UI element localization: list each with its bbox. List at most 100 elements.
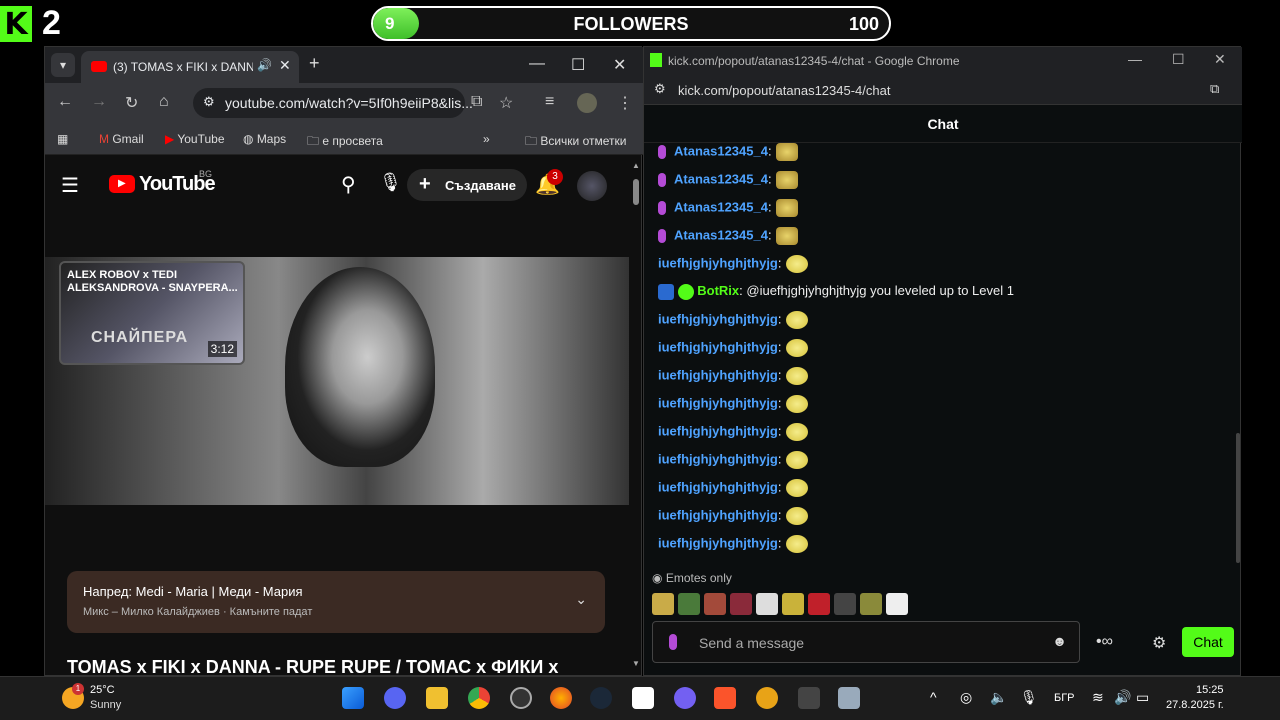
- windows-start-icon[interactable]: [342, 687, 364, 709]
- back-arrow-icon[interactable]: ←: [57, 93, 73, 111]
- obs-icon[interactable]: [510, 687, 532, 709]
- profile-avatar[interactable]: [577, 93, 597, 113]
- menu-dots-icon[interactable]: ⋮: [617, 93, 633, 113]
- tab-close-icon[interactable]: ✕: [279, 57, 291, 74]
- battery-icon[interactable]: ▭: [1136, 689, 1149, 706]
- emote-button[interactable]: [834, 593, 856, 615]
- page-scrollbar[interactable]: ▲ ▼: [631, 161, 641, 671]
- active-tab[interactable]: (3) TOMAS x FIKI x DANNA 🔊 ✕: [81, 51, 299, 83]
- scrollbar-thumb[interactable]: [633, 179, 639, 205]
- microphone-icon[interactable]: 🎙: [379, 172, 402, 193]
- translate-icon[interactable]: ⧉: [1210, 81, 1219, 97]
- create-button[interactable]: + Създаване: [407, 169, 527, 201]
- emote-button[interactable]: [808, 593, 830, 615]
- chat-username[interactable]: iuefhjghjyhghjthyjg: [658, 507, 778, 522]
- sync-icon[interactable]: ◎: [960, 689, 972, 706]
- chat-username[interactable]: Atanas12345_4: [674, 227, 768, 242]
- chat-username[interactable]: Atanas12345_4: [674, 143, 768, 158]
- chat-message-input[interactable]: Send a message ☻: [652, 621, 1080, 663]
- avatar[interactable]: [577, 171, 607, 201]
- media-player-icon[interactable]: [838, 687, 860, 709]
- address-bar[interactable]: ⚙ youtube.com/watch?v=5If0h9eiiP8&lis...: [193, 88, 473, 118]
- site-info-icon[interactable]: ⚙: [203, 94, 215, 110]
- scroll-up-arrow-icon[interactable]: ▲: [632, 161, 640, 170]
- media-control-icon[interactable]: ≡: [545, 93, 554, 111]
- chat-username[interactable]: iuefhjghjyhghjthyjg: [658, 395, 778, 410]
- viber-icon[interactable]: [674, 687, 696, 709]
- chat-username[interactable]: iuefhjghjyhghjthyjg: [658, 367, 778, 382]
- bookmarks-overflow[interactable]: »: [483, 132, 490, 146]
- install-icon[interactable]: ⧉: [471, 93, 482, 111]
- all-bookmarks[interactable]: 🗀 Всички отметки: [525, 132, 626, 153]
- emote-button[interactable]: [860, 593, 882, 615]
- chat-username[interactable]: iuefhjghjyhghjthyjg: [658, 451, 778, 466]
- search-icon[interactable]: ⚲: [341, 172, 356, 197]
- emote-button[interactable]: [756, 593, 778, 615]
- input-language[interactable]: БГР: [1054, 692, 1075, 704]
- volume-icon[interactable]: 🔊: [1114, 689, 1131, 706]
- settings-gear-icon[interactable]: ⚙: [1152, 633, 1166, 653]
- bookmark-gmail[interactable]: M Gmail: [99, 132, 144, 146]
- chat-username[interactable]: iuefhjghjyhghjthyjg: [658, 535, 778, 550]
- chevron-up-icon[interactable]: ^: [930, 689, 937, 705]
- home-icon[interactable]: ⌂: [159, 93, 169, 111]
- emote-button[interactable]: [782, 593, 804, 615]
- emote-button[interactable]: [886, 593, 908, 615]
- chat-username[interactable]: iuefhjghjyhghjthyjg: [658, 311, 778, 326]
- chat-username[interactable]: BotRix: [697, 283, 739, 298]
- emote-button[interactable]: [704, 593, 726, 615]
- discord-icon[interactable]: [384, 687, 406, 709]
- file-explorer-icon[interactable]: [426, 687, 448, 709]
- face-emote-icon: [785, 395, 808, 413]
- emote-button[interactable]: [678, 593, 700, 615]
- points-infinity-icon[interactable]: •∞: [1096, 633, 1113, 651]
- bookmark-folder[interactable]: 🗀 е просвета: [307, 132, 383, 153]
- chevron-down-icon[interactable]: ⌄: [575, 591, 587, 608]
- emote-button[interactable]: [730, 593, 752, 615]
- coin-app-icon[interactable]: [756, 687, 778, 709]
- maximize-button[interactable]: ☐: [571, 55, 585, 75]
- document-icon[interactable]: [632, 687, 654, 709]
- maximize-button[interactable]: ☐: [1172, 51, 1185, 68]
- new-tab-button[interactable]: +: [309, 53, 320, 74]
- scroll-down-arrow-icon[interactable]: ▼: [632, 659, 640, 668]
- reload-icon[interactable]: ↻: [125, 93, 138, 113]
- emoji-picker-icon[interactable]: ☻: [1052, 633, 1067, 649]
- emote-button[interactable]: [652, 593, 674, 615]
- hamburger-menu-icon[interactable]: ☰: [61, 173, 79, 198]
- bookmark-maps[interactable]: ◍ Maps: [243, 132, 286, 146]
- chat-username[interactable]: Atanas12345_4: [674, 199, 768, 214]
- clock-time[interactable]: 15:25: [1196, 684, 1224, 696]
- brave-icon[interactable]: [714, 687, 736, 709]
- up-next-panel[interactable]: Напред: Medi - Maria | Меди - Мария Микс…: [67, 571, 605, 633]
- speaker-icon[interactable]: 🔈: [990, 689, 1007, 706]
- forward-arrow-icon[interactable]: →: [91, 93, 107, 111]
- close-window-button[interactable]: ✕: [1214, 51, 1226, 68]
- video-player[interactable]: ALEX ROBOV x TEDI ALEKSANDROVA - SNAYPER…: [45, 257, 629, 505]
- speaker-icon[interactable]: 🔊: [257, 58, 272, 72]
- send-chat-button[interactable]: Chat: [1182, 627, 1234, 657]
- chat-username[interactable]: iuefhjghjyhghjthyjg: [658, 423, 778, 438]
- bookmark-star-icon[interactable]: ☆: [499, 93, 513, 113]
- end-card-video[interactable]: ALEX ROBOV x TEDI ALEKSANDROVA - SNAYPER…: [59, 261, 245, 365]
- chat-username[interactable]: Atanas12345_4: [674, 171, 768, 186]
- microphone-icon[interactable]: 🎙: [1020, 689, 1038, 706]
- chat-username[interactable]: iuefhjghjyhghjthyjg: [658, 479, 778, 494]
- chat-scrollbar[interactable]: [1236, 433, 1240, 563]
- tab-search-button[interactable]: ▾: [51, 53, 75, 77]
- firefox-icon[interactable]: [550, 687, 572, 709]
- bookmark-youtube[interactable]: ▶ YouTube: [165, 132, 225, 146]
- steam-icon[interactable]: [590, 687, 612, 709]
- minimize-button[interactable]: —: [1128, 51, 1142, 67]
- close-window-button[interactable]: ✕: [613, 55, 626, 75]
- youtube-logo-icon[interactable]: ▶: [109, 175, 135, 193]
- site-info-icon[interactable]: ⚙: [654, 81, 666, 97]
- minimize-button[interactable]: —: [529, 55, 545, 73]
- chrome-icon[interactable]: [468, 687, 490, 709]
- apps-grid-icon[interactable]: ▦: [57, 132, 68, 146]
- chat-username[interactable]: iuefhjghjyhghjthyjg: [658, 255, 778, 270]
- wifi-icon[interactable]: ≋: [1092, 689, 1104, 706]
- chat-username[interactable]: iuefhjghjyhghjthyjg: [658, 339, 778, 354]
- app-icon[interactable]: [798, 687, 820, 709]
- clock-date[interactable]: 27.8.2025 г.: [1166, 699, 1224, 711]
